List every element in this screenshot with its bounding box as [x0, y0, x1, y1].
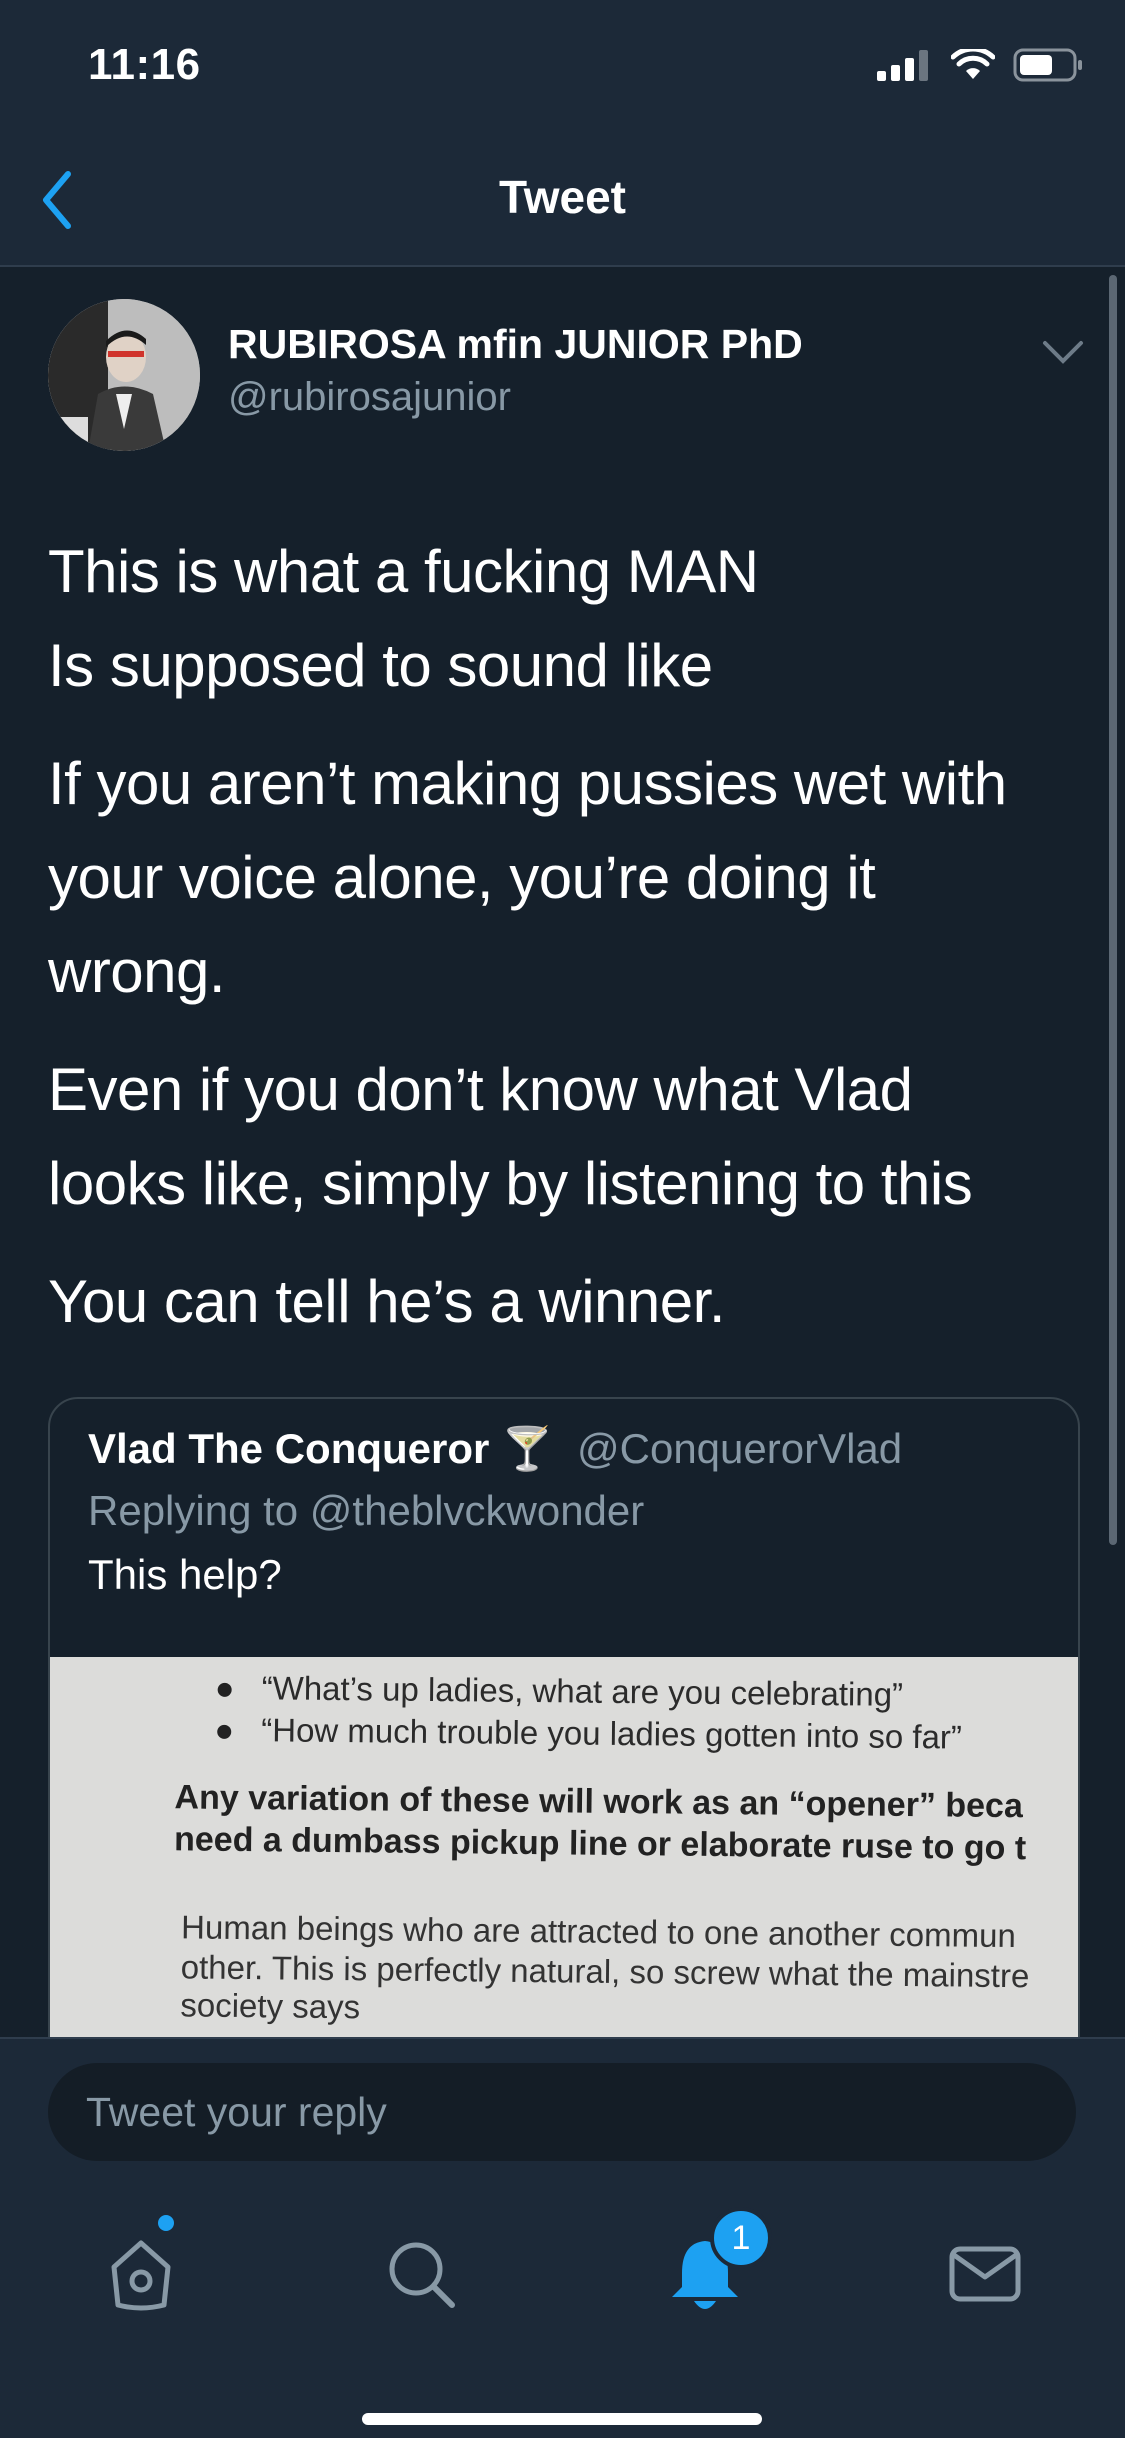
- image-text-line: society says: [180, 1986, 361, 2026]
- tweet-line: your voice alone, you’re doing it: [48, 844, 876, 911]
- quoted-author-name: Vlad The Conqueror 🍸: [88, 1425, 554, 1472]
- home-indicator[interactable]: [362, 2413, 762, 2425]
- tweet-line: Even if you don’t know what Vlad: [48, 1056, 913, 1123]
- tweet-line: You can tell he’s a winner.: [48, 1268, 726, 1335]
- tweet-paragraph: Even if you don’t know what Vlad looks l…: [48, 1043, 1088, 1231]
- status-time: 11:16: [88, 40, 201, 89]
- tweet-paragraph: This is what a fucking MAN Is supposed t…: [48, 525, 1088, 713]
- battery-icon: [1013, 48, 1082, 82]
- image-bullet: “What’s up ladies, what are you celebrat…: [217, 1669, 903, 1714]
- tweet-detail: RUBIROSA mfin JUNIOR PhD @rubirosajunior…: [0, 267, 1125, 2037]
- cellular-signal-icon: [877, 50, 928, 81]
- avatar-photo: [48, 299, 200, 451]
- author-handle[interactable]: @rubirosajunior: [228, 375, 511, 420]
- reply-input[interactable]: Tweet your reply: [48, 2063, 1076, 2161]
- search-icon[interactable]: [376, 2229, 466, 2319]
- quoted-tweet-image[interactable]: “What’s up ladies, what are you celebrat…: [50, 1657, 1078, 2037]
- status-icons: [877, 48, 1085, 82]
- avatar[interactable]: [48, 299, 200, 451]
- tweet-line: This is what a fucking MAN: [48, 538, 759, 605]
- quoted-tweet-header: Vlad The Conqueror 🍸 @ConquerorVlad: [88, 1425, 902, 1474]
- tweet-line: If you aren’t making pussies wet with: [48, 750, 1007, 817]
- author-name[interactable]: RUBIROSA mfin JUNIOR PhD: [228, 321, 803, 368]
- quoted-tweet-text: This help?: [88, 1551, 282, 1598]
- tab-bar: [0, 2229, 1125, 2349]
- notifications-badge: 1: [710, 2207, 772, 2269]
- tweet-text: This is what a fucking MAN Is supposed t…: [48, 525, 1088, 1373]
- status-bar: 11:16: [0, 0, 1125, 140]
- quoted-author-handle: @ConquerorVlad: [577, 1425, 903, 1472]
- image-text-line: Any variation of these will work as an “…: [174, 1778, 1024, 1826]
- image-text-line: Human beings who are attracted to one an…: [180, 1908, 1016, 1955]
- tweet-paragraph: If you aren’t making pussies wet with yo…: [48, 737, 1088, 1019]
- home-icon[interactable]: [96, 2229, 186, 2319]
- home-unread-dot: [158, 2215, 174, 2231]
- messages-icon[interactable]: [940, 2229, 1030, 2319]
- tweet-line: looks like, simply by listening to this: [48, 1150, 973, 1217]
- tweet-line: wrong.: [48, 938, 226, 1005]
- tweet-line: Is supposed to sound like: [48, 632, 713, 699]
- scrollbar[interactable]: [1109, 275, 1117, 1545]
- navigation-bar: Tweet: [0, 140, 1125, 267]
- quoted-tweet[interactable]: Vlad The Conqueror 🍸 @ConquerorVlad Repl…: [48, 1397, 1080, 2037]
- image-bullet: “How much trouble you ladies gotten into…: [217, 1711, 962, 1757]
- tweet-paragraph: You can tell he’s a winner.: [48, 1255, 1088, 1349]
- wifi-icon: [951, 49, 995, 79]
- bottom-bar: Tweet your reply 1: [0, 2037, 1125, 2438]
- page-title: Tweet: [499, 171, 626, 223]
- chevron-down-icon[interactable]: [1041, 337, 1085, 367]
- image-text-line: need a dumbass pickup line or elaborate …: [173, 1820, 1027, 1868]
- replying-to-label: Replying to @theblvckwonder: [88, 1487, 645, 1534]
